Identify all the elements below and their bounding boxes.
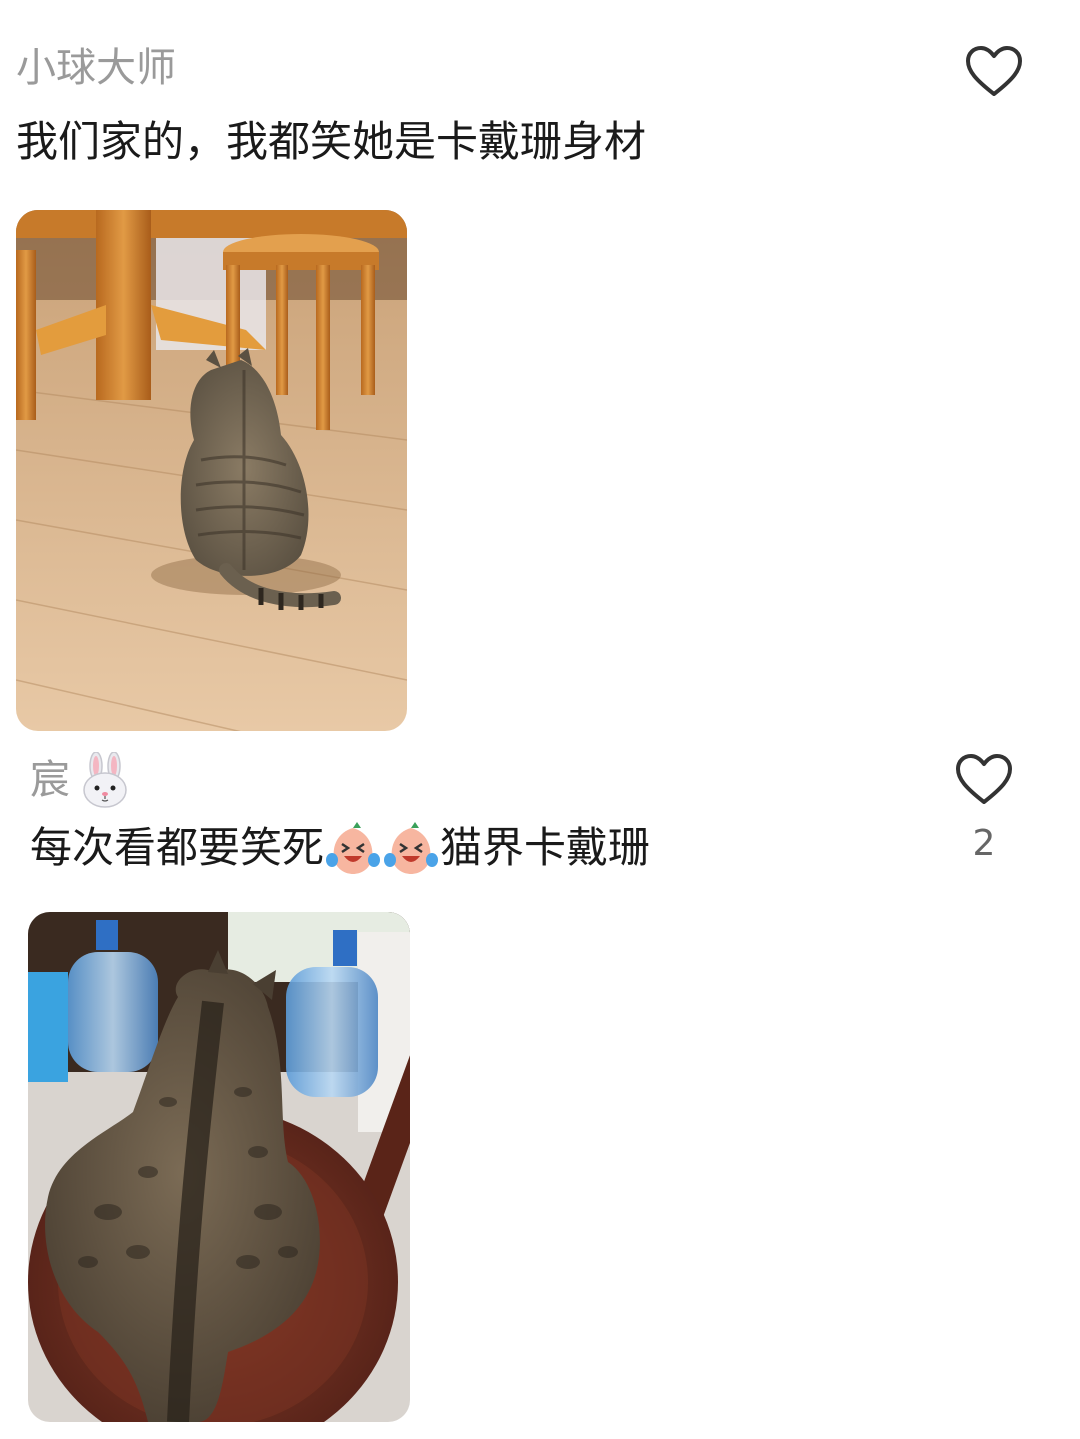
like-button[interactable] [962,44,1026,116]
comment-text: 每次看都要笑死 猫界卡戴珊 [30,820,650,876]
comment-text: 我们家的，我都笑她是卡戴珊身材 [16,117,647,166]
heart-icon [966,46,1022,96]
comment-photo-cat-on-floor[interactable] [16,210,407,731]
comment-item: 小球大师 我们家的，我都笑她是卡戴珊身材 [0,0,1080,740]
rabbit-face-icon [83,752,127,808]
heart-icon [956,754,1012,804]
comment-item: 宸 每次看都要笑死 猫界卡戴珊 2 [0,740,1080,1439]
comment-username[interactable]: 宸 [30,756,70,804]
crying-laughing-icon [384,822,439,874]
comment-photo-cat-on-chair[interactable] [28,912,410,1422]
comment-text-part: 猫界卡戴珊 [440,823,651,872]
comment-username-row: 宸 [30,752,130,808]
crying-laughing-icon [326,822,381,874]
comment-text-part: 每次看都要笑死 [30,823,325,872]
like-count: 2 [972,823,996,864]
comment-username[interactable]: 小球大师 [16,44,176,92]
like-button[interactable]: 2 [952,752,1016,864]
